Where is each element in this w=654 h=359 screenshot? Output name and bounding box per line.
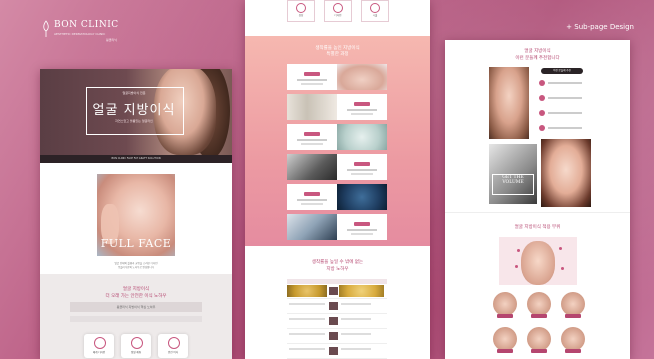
process-photo [287,154,337,180]
process-photo [287,94,337,120]
step-box: 상담 [287,0,315,22]
feature-card-label: 안전 이식 [168,351,178,354]
process-photo [337,124,387,150]
hero-title: 얼굴 지방이식 [92,103,176,118]
area-thumbnail [527,292,551,318]
process-heading-2: 특별한 과정 [326,52,349,57]
process-section: 생착률을 높인 지방이식 특별한 과정 [245,36,430,246]
process-row [287,154,387,180]
area-thumbnail [561,327,585,353]
table-row [287,299,387,314]
comparison-table [287,279,387,359]
hero-subtitle: 얼굴지방이식 전문 [122,91,146,95]
step-icon [370,3,380,13]
model-photo-2 [541,139,591,207]
area-thumbnail [527,327,551,353]
feature-card: 안전 이식 [158,334,188,358]
recommend-heading-2: 이런 분들께 추천합니다 [515,56,560,61]
showcase-canvas: BON CLINIC AESTHETIC DERMATOLOGY CLINIC … [0,0,654,359]
process-text-cell [337,94,387,120]
table-row [287,314,387,329]
knowhow-band-sub [70,316,202,322]
step-box: 디자인 [324,0,352,22]
checklist-item [539,79,585,89]
step-label: 디자인 [334,14,342,17]
process-row [287,94,387,120]
table-row [287,344,387,359]
feature-card: 정밀 채취 [121,334,151,358]
table-row [287,284,387,299]
area-heading: 얼굴 지방이식 적용 부위 [514,225,561,230]
area-marker [515,265,518,268]
step-label: 시술 [372,14,378,17]
knowhow-band: 봉클리닉 지방이식 핵심 노하우 [70,302,202,312]
process-text-cell [337,154,387,180]
feature-icon [168,337,180,349]
volume-label: GET THE VOLUME [492,174,534,195]
area-marker [559,247,562,250]
dark-strip: BON CLINIC FACE FAT GRAFT SOLUTION [40,155,232,163]
process-row [287,214,387,240]
process-photo [337,64,387,90]
lower-heading-2: 지방 노하우 [326,267,349,272]
page-preview-process: 상담 디자인 시술 생착률을 높인 지방이식 특별한 과정 생착률을 높일 수 … [245,0,430,359]
recommend-heading-1: 얼굴 지방이식 [524,49,551,54]
face-area-diagram [499,237,577,285]
face-diagram-photo [521,241,555,285]
process-photo [337,184,387,210]
hero-small-text: 자연스럽고 볼륨있는 얼굴라인 [115,119,153,123]
process-text-cell [287,64,337,90]
area-thumbnail [561,292,585,318]
checklist-header: 이런 분들께 추천 [541,68,583,74]
full-face-photo: FULL FACE [97,174,175,256]
step-icon [296,3,306,13]
step-icon [333,3,343,13]
process-text-cell [287,184,337,210]
step-box: 시술 [361,0,389,22]
knowhow-table-section: 생착률을 높일 수 밖에 없는 지방 노하우 [245,249,430,359]
brand-tagline-sub: 봉클리닉 [106,38,118,42]
process-row [287,124,387,150]
section-divider [445,212,630,213]
checklist-item [539,124,585,134]
volume-photo: GET THE VOLUME [489,144,537,204]
brand-name: BON CLINIC [54,20,119,30]
caption-2: 봉클리닉만의 노하우로 완성합니다 [117,266,155,269]
feature-card: 체계 디자인 [84,334,114,358]
process-row [287,64,387,90]
area-marker [517,249,520,252]
feature-icon [94,337,106,349]
subpage-design-label: + Sub-page Design [566,23,634,31]
clinic-logo-icon [43,20,49,37]
table-row [287,329,387,344]
area-thumbnail [493,292,517,318]
feature-icon [131,337,143,349]
checklist-item [539,94,585,104]
page-preview-recommend: 얼굴 지방이식 이런 분들께 추천합니다 이런 분들께 추천 GET THE V… [445,40,630,359]
section-heading-1: 얼굴 지방이식 [122,287,150,292]
feature-card-label: 체계 디자인 [92,351,106,354]
area-thumbnail [493,327,517,353]
model-portrait [489,67,529,139]
step-label: 상담 [298,14,304,17]
full-face-label: FULL FACE [100,237,172,250]
lower-heading-1: 생착률을 높일 수 밖에 없는 [311,260,364,265]
section-heading-2: 더 오래 가는 안전한 이식 노하우 [105,294,167,299]
checklist-item [539,109,585,119]
process-text-cell [337,214,387,240]
process-row [287,184,387,210]
page-preview-face-fat-graft: 얼굴지방이식 전문 얼굴 지방이식 자연스럽고 볼륨있는 얼굴라인 BON CL… [40,69,232,359]
recommend-checklist: 이런 분들께 추천 [537,67,587,139]
process-text-cell [287,124,337,150]
process-photo [287,214,337,240]
feature-card-label: 정밀 채취 [131,351,141,354]
hero-banner: 얼굴지방이식 전문 얼굴 지방이식 자연스럽고 볼륨있는 얼굴라인 [40,69,232,159]
area-marker [561,267,564,270]
brand-tagline: AESTHETIC DERMATOLOGY CLINIC [54,32,106,36]
